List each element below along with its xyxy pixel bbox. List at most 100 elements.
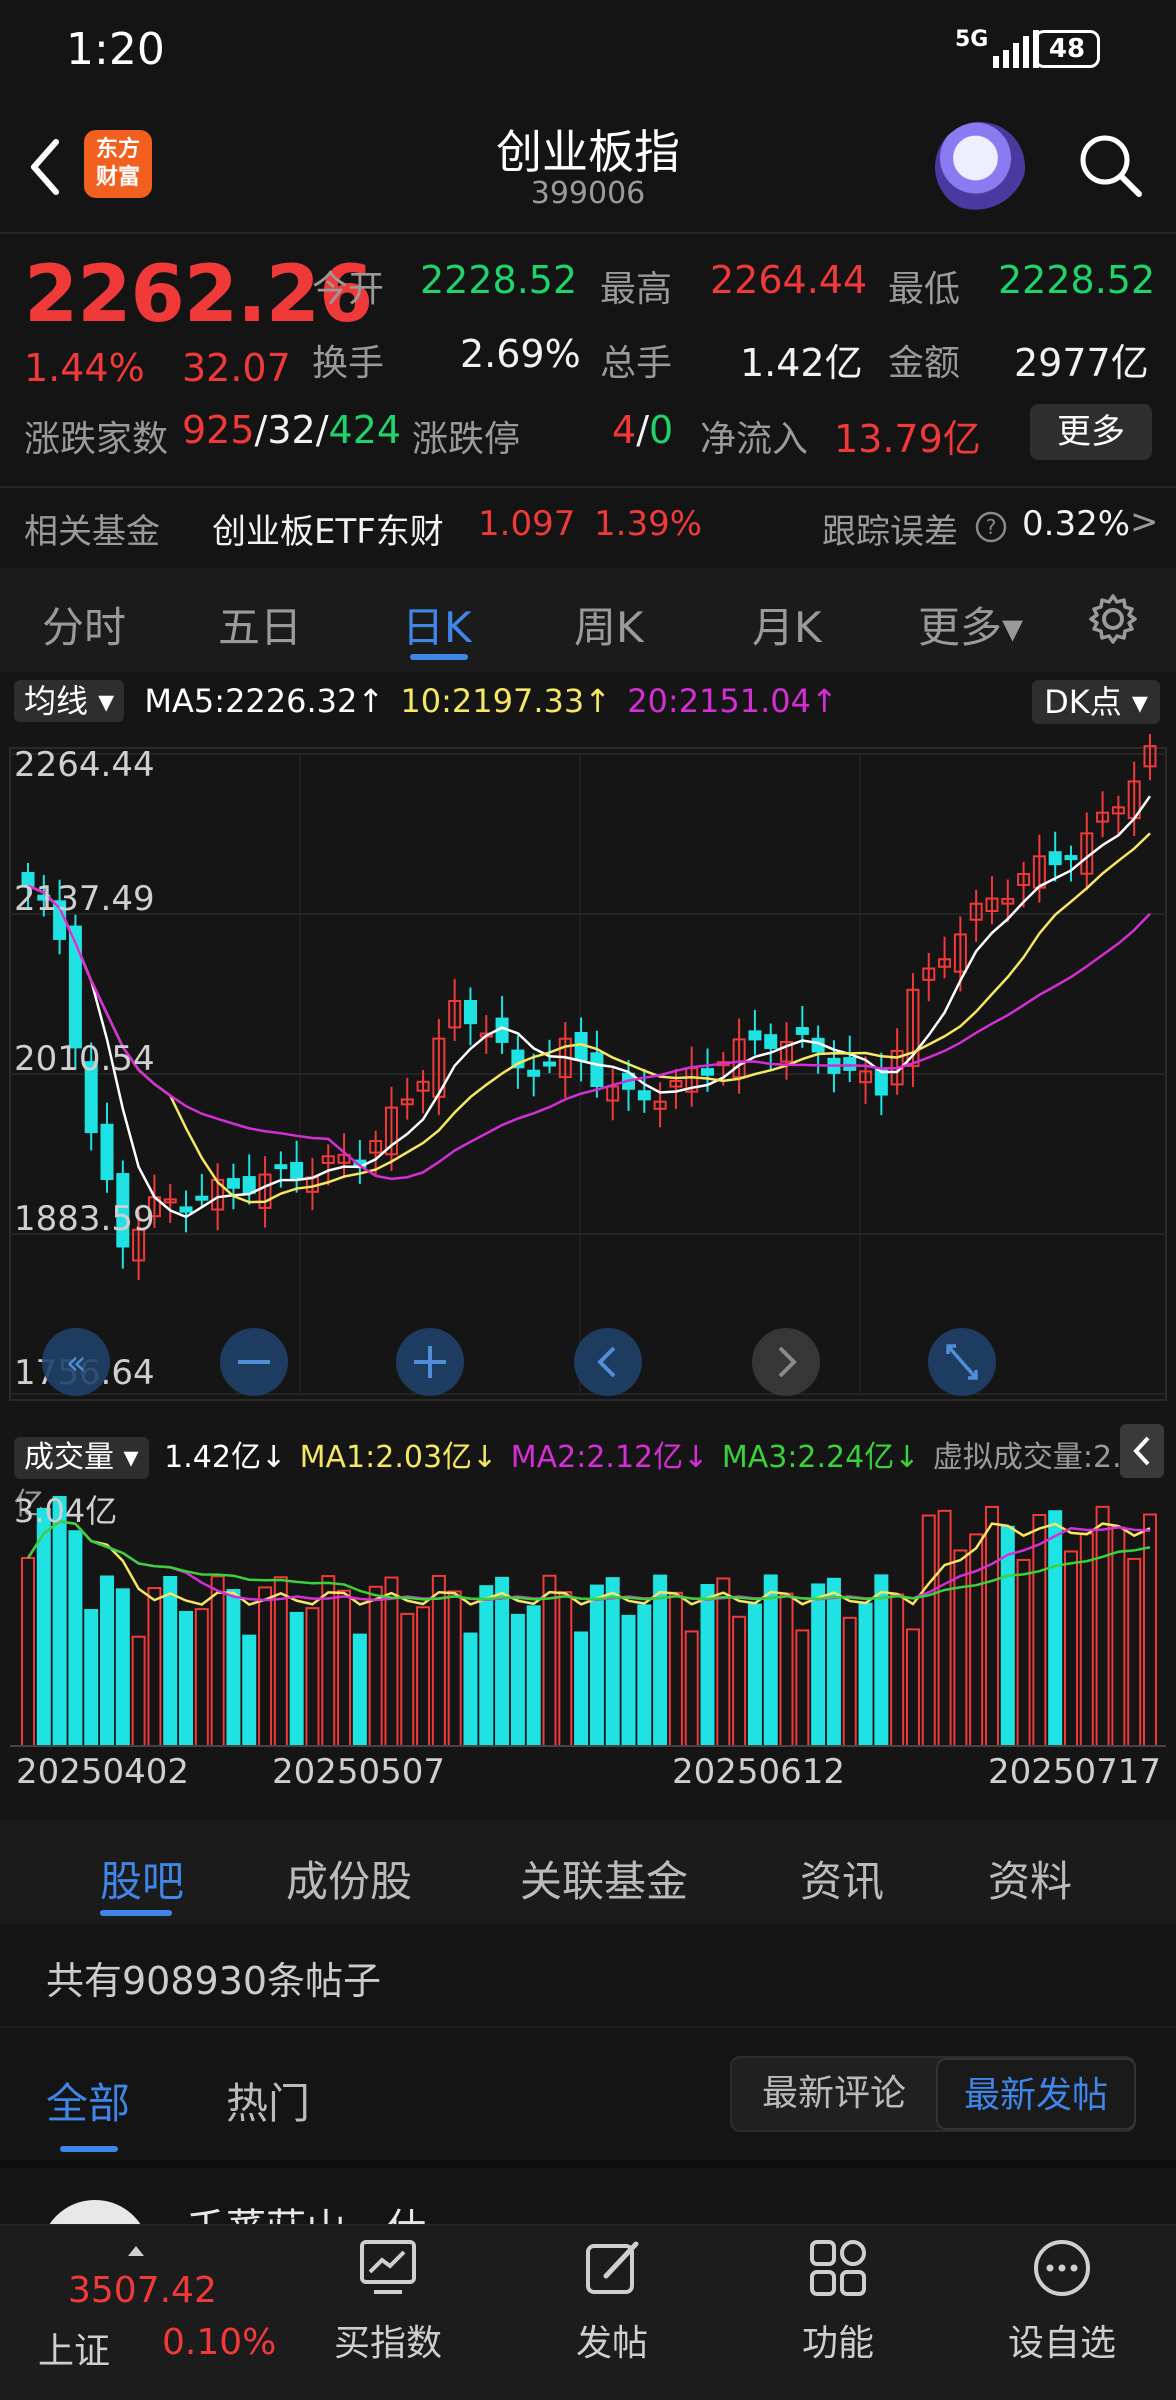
vma3-value: MA3:2.24亿↓ [721, 1440, 920, 1475]
battery-icon: 48 [1034, 30, 1100, 68]
related-fund-row[interactable]: 相关基金 创业板ETF东财 1.097 1.39% 跟踪误差 ? 0.32% > [0, 488, 1176, 568]
network-indicator: 5G [955, 27, 989, 52]
volume-bar [447, 1590, 462, 1747]
nav-buy-index[interactable]: 买指数 [308, 2236, 468, 2366]
nav-add-watchlist[interactable]: 设自选 [982, 2236, 1142, 2366]
candle-body [764, 1034, 778, 1049]
collapse-panel-button[interactable] [1120, 1424, 1164, 1478]
volume-bar [668, 1591, 683, 1747]
sort-latest-post[interactable]: 最新发帖 [936, 2058, 1136, 2130]
sort-latest-comment[interactable]: 最新评论 [732, 2058, 936, 2130]
nav-functions[interactable]: 功能 [758, 2236, 918, 2366]
volume-bar [574, 1631, 589, 1747]
volume-bar [1095, 1505, 1110, 1747]
candlestick-chart[interactable]: 2264.442137.492010.541883.591756.64 « [0, 734, 1176, 1424]
tab-monthly-k[interactable]: 月K [752, 594, 822, 655]
ma5-value: MA5:2226.32↑ [144, 682, 385, 720]
volume-bar [210, 1575, 225, 1748]
chart-icon [360, 2240, 416, 2294]
tab-constituents[interactable]: 成份股 [286, 1848, 412, 1909]
date-label: 20250507 [272, 1752, 446, 1792]
search-icon[interactable] [1075, 130, 1145, 200]
price-grid [9, 747, 1167, 1401]
tab-forum[interactable]: 股吧 [100, 1848, 184, 1909]
candle-body [637, 1090, 651, 1101]
filter-all[interactable]: 全部 [46, 2070, 130, 2131]
gear-icon[interactable] [1086, 592, 1140, 646]
volume-bar [1048, 1510, 1063, 1747]
tab-daily-k[interactable]: 日K [402, 594, 472, 655]
up-count: 925 [182, 408, 255, 452]
status-bar: 1:20 5G 48 [0, 0, 1176, 100]
price-axis-label: 2137.49 [14, 879, 155, 919]
assistant-robot-icon[interactable] [935, 122, 1025, 212]
volume-bar [842, 1616, 857, 1747]
tab-weekly-k[interactable]: 周K [574, 594, 644, 655]
shanghai-index-ticker[interactable]: 3507.42 上证 0.10% [26, 2244, 276, 2384]
candle-body [701, 1068, 715, 1076]
tab-more[interactable]: 更多▾ [918, 594, 1023, 655]
fund-name[interactable]: 创业板ETF东财 [212, 504, 444, 553]
price-axis-label: 2264.44 [14, 745, 155, 785]
volume-bar [684, 1630, 699, 1748]
filter-hot[interactable]: 热门 [226, 2070, 310, 2131]
volume-bar [763, 1574, 778, 1747]
volume-bar [495, 1576, 510, 1748]
tab-profile[interactable]: 资料 [988, 1848, 1072, 1909]
limit-values: 4/0 [612, 408, 673, 452]
volume-toggle[interactable]: 成交量 ▾ [14, 1437, 149, 1479]
ma-toggle[interactable]: 均线 ▾ [14, 680, 125, 722]
volume-bar [1000, 1525, 1015, 1748]
pan-left-button[interactable] [574, 1328, 642, 1396]
help-icon[interactable]: ? [974, 510, 1008, 544]
candle-body [527, 1069, 541, 1077]
tab-five-day[interactable]: 五日 [218, 594, 302, 655]
grid-icon [810, 2240, 866, 2296]
tracking-value: 0.32% [1022, 504, 1131, 544]
change-percent: 1.44% [24, 346, 145, 390]
candle-body [100, 1123, 114, 1181]
volume-bar [905, 1628, 920, 1747]
candle-body [795, 1027, 809, 1035]
volume-bar [811, 1583, 826, 1747]
open-value: 2228.52 [420, 258, 578, 302]
moving-averages [27, 795, 1152, 1219]
fund-percent: 1.39% [594, 504, 703, 544]
active-filter-indicator [60, 2146, 118, 2152]
tab-related-funds[interactable]: 关联基金 [520, 1848, 688, 1909]
turnover-label: 换手 [312, 343, 385, 384]
volume-bar [68, 1530, 83, 1747]
tab-news[interactable]: 资讯 [800, 1848, 884, 1909]
volume-bar [384, 1576, 399, 1747]
avatar[interactable] [40, 2200, 150, 2226]
volume-bar [921, 1514, 936, 1747]
nav-label: 设自选 [1007, 2323, 1116, 2364]
fund-label: 相关基金 [24, 512, 160, 552]
volume-value: 1.42亿↓ [164, 1440, 287, 1475]
volume-bar [526, 1605, 541, 1747]
volume-bar [1032, 1514, 1047, 1747]
tab-intraday[interactable]: 分时 [42, 594, 126, 655]
candles [21, 734, 1157, 1281]
volume-bar [653, 1574, 668, 1747]
pan-right-button[interactable] [752, 1328, 820, 1396]
volume-bar [368, 1585, 383, 1747]
post-preview[interactable]: 千蕃莊山，仕 [0, 2166, 1176, 2226]
ma20-line [27, 884, 1151, 1181]
sh-label: 上证 [38, 2331, 111, 2372]
volume-bar [179, 1610, 194, 1747]
candle-body [463, 999, 477, 1025]
separator: / [315, 408, 329, 452]
dk-point-button[interactable]: DK点 ▾ [1032, 680, 1160, 724]
candle-body [274, 1164, 288, 1170]
nav-post[interactable]: 发帖 [532, 2236, 692, 2366]
chevron-right-icon[interactable]: > [1130, 502, 1159, 542]
volume-bar [242, 1634, 257, 1748]
volume-chart[interactable]: 3.04亿 [0, 1482, 1176, 1762]
volume-bar [795, 1629, 810, 1747]
more-button[interactable]: 更多 [1030, 404, 1152, 460]
content-tabs: 股吧 成份股 关联基金 资讯 资料 [0, 1820, 1176, 1924]
amount-value: 2977亿 [1014, 341, 1149, 385]
candle-body [748, 1030, 762, 1041]
volume-bar [479, 1585, 494, 1748]
